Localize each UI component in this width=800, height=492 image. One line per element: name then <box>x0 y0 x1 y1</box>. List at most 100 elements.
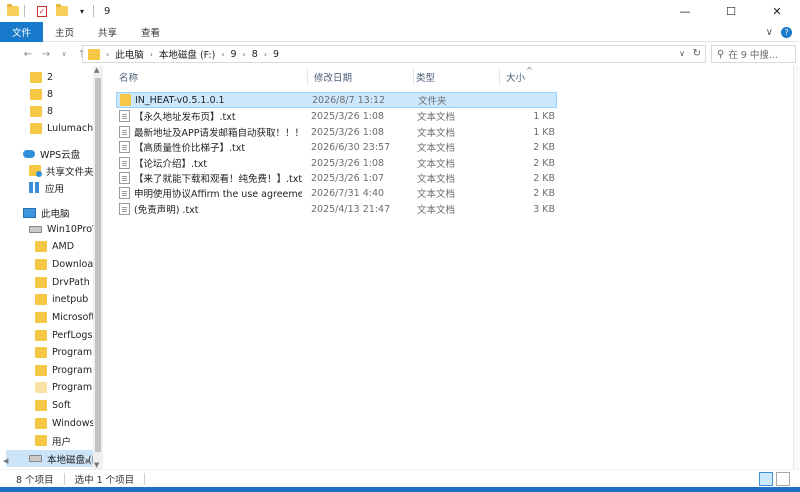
new-folder-icon[interactable] <box>55 4 69 18</box>
text-file-icon <box>119 141 130 153</box>
file-size: 1 KB <box>533 110 555 122</box>
sidebar-item-8[interactable]: 8 <box>30 86 53 103</box>
window-edge <box>793 66 800 469</box>
sidebar-item-apps[interactable]: 应用 <box>29 179 64 196</box>
file-type: 文本文档 <box>417 159 456 170</box>
back-button[interactable]: ← <box>20 44 36 64</box>
divider <box>63 472 65 485</box>
file-row[interactable]: 【来了就能下载和观看！纯免费！】.txt 2025/3/26 1:07 文本文档… <box>116 170 557 186</box>
folder-icon <box>30 89 42 100</box>
tab-share[interactable]: 共享 <box>86 22 129 42</box>
window-title: 9 <box>104 5 111 17</box>
tab-home[interactable]: 主页 <box>43 22 86 42</box>
divider <box>24 5 25 17</box>
sidebar-item-programdata[interactable]: ProgramD <box>35 379 99 396</box>
sidebar-item-win10-drive[interactable]: Win10ProW <box>29 221 101 238</box>
file-name: IN_HEAT-v0.5.1.0.1 <box>135 94 225 106</box>
sidebar-item-inetpub[interactable]: inetpub <box>35 291 88 308</box>
folder-icon <box>35 259 47 270</box>
large-icons-view-button[interactable] <box>776 472 790 486</box>
sidebar-item-windows[interactable]: Windows <box>35 415 94 432</box>
scrollbar-thumb[interactable] <box>95 78 101 452</box>
ribbon-collapse-icon[interactable]: ∨ <box>766 27 773 38</box>
column-type[interactable]: 类型 <box>409 66 499 88</box>
details-view-button[interactable] <box>759 472 773 486</box>
folder-icon <box>35 312 47 323</box>
tab-view[interactable]: 查看 <box>129 22 172 42</box>
folder-icon <box>88 48 100 60</box>
sidebar-item-lulumachi[interactable]: Lulumachi <box>30 120 96 137</box>
scroll-up-icon[interactable]: ▲ <box>94 66 99 74</box>
column-name[interactable]: 名称 <box>112 66 307 88</box>
folder-icon <box>35 365 47 376</box>
file-date: 2025/3/26 1:08 <box>311 110 385 122</box>
breadcrumb-this-pc[interactable]: 此电脑 <box>115 47 144 61</box>
folder-icon <box>30 106 42 117</box>
file-row[interactable]: (免责声明) .txt 2025/4/13 21:47 文本文档 3 KB <box>116 201 557 217</box>
sidebar-item-soft[interactable]: Soft <box>35 397 71 414</box>
file-row[interactable]: 【论坛介绍】.txt 2025/3/26 1:08 文本文档 2 KB <box>116 155 557 171</box>
sidebar-item-program-files[interactable]: Program <box>35 344 92 361</box>
scroll-left-icon[interactable]: ◀ <box>3 457 8 465</box>
text-file-icon <box>119 110 130 122</box>
sidebar-item-users[interactable]: 用户 <box>35 432 71 449</box>
tab-file[interactable]: 文件 <box>0 21 44 42</box>
file-row[interactable]: 【高质量性价比梯子】.txt 2026/6/30 23:57 文本文档 2 KB <box>116 139 557 155</box>
sidebar-item-shared-folder[interactable]: 共享文件夹 <box>29 162 94 179</box>
sidebar-item-download[interactable]: Download <box>35 256 99 273</box>
file-name: 【高质量性价比梯子】.txt <box>134 143 246 154</box>
file-size: 1 KB <box>533 126 555 138</box>
breadcrumb-8[interactable]: 8 <box>252 49 258 60</box>
file-date: 2025/3/26 1:08 <box>311 126 385 138</box>
address-dropdown-icon[interactable]: ∨ <box>679 49 685 58</box>
sidebar-horizontal-scrollbar[interactable]: ◀ ▶ <box>0 453 94 469</box>
file-row[interactable]: 【永久地址发布页】.txt 2025/3/26 1:08 文本文档 1 KB <box>116 108 557 124</box>
sidebar-item-this-pc[interactable]: 此电脑 <box>23 204 70 221</box>
file-row[interactable]: 申明使用协议Affirm the use agreemen... 2026/7/… <box>116 185 557 201</box>
quick-access-dropdown-icon[interactable]: ▾ <box>75 4 89 18</box>
minimize-button[interactable]: — <box>662 0 708 22</box>
sidebar-item-drvpath[interactable]: DrvPath <box>35 274 90 291</box>
sidebar-item-perflogs[interactable]: PerfLogs <box>35 327 92 344</box>
folder-icon <box>35 294 47 305</box>
file-date: 2026/6/30 23:57 <box>311 141 391 153</box>
file-date: 2025/4/13 21:47 <box>311 203 391 215</box>
file-type: 文本文档 <box>417 174 456 185</box>
file-date: 2026/7/31 4:40 <box>311 187 385 199</box>
file-row-in-heat-folder[interactable]: IN_HEAT-v0.5.1.0.1 2026/8/7 13:12 文件夹 <box>116 92 557 108</box>
sidebar-item-amd[interactable]: AMD <box>35 238 74 255</box>
scroll-right-icon[interactable]: ▶ <box>86 457 91 465</box>
address-bar[interactable]: › 此电脑 › 本地磁盘 (F:) › 9 › 8 › 9 ∨ ↻ <box>82 45 706 63</box>
folder-icon <box>35 347 47 358</box>
file-type: 文本文档 <box>417 189 456 200</box>
sidebar-item-wps-cloud[interactable]: WPS云盘 <box>23 145 80 162</box>
sidebar-vertical-scrollbar[interactable]: ▲ ▼ <box>93 66 103 469</box>
maximize-button[interactable]: ☐ <box>708 0 754 22</box>
file-row[interactable]: 最新地址及APP请发邮箱自动获取！！！.... 2025/3/26 1:08 文… <box>116 124 557 140</box>
properties-check-icon[interactable]: ✓ <box>35 4 49 18</box>
search-input[interactable]: ⚲ 在 9 中搜... <box>711 45 796 63</box>
navigation-bar: ← → ∨ ↑ › 此电脑 › 本地磁盘 (F:) › 9 › 8 › 9 ∨ … <box>0 42 800 66</box>
sidebar-item-2[interactable]: 2 <box>30 69 53 86</box>
file-size: 2 KB <box>533 187 555 199</box>
breadcrumb-9-current[interactable]: 9 <box>273 49 279 60</box>
divider <box>93 5 94 17</box>
help-icon[interactable]: ? <box>781 26 792 38</box>
breadcrumb-drive-f[interactable]: 本地磁盘 (F:) <box>159 47 215 61</box>
recent-locations-button[interactable]: ∨ <box>56 44 72 64</box>
sidebar-item-microsoft[interactable]: Microsoft <box>35 309 95 326</box>
forward-button[interactable]: → <box>38 44 54 64</box>
close-button[interactable]: ✕ <box>754 0 800 22</box>
folder-icon <box>35 382 47 393</box>
chevron-right-icon: › <box>242 49 246 59</box>
folder-icon <box>35 241 47 252</box>
chevron-right-icon: › <box>221 49 225 59</box>
column-date-modified[interactable]: 修改日期 <box>307 66 413 88</box>
sidebar-item-8b[interactable]: 8 <box>30 103 53 120</box>
scroll-down-icon[interactable]: ▼ <box>94 461 99 469</box>
file-name: 最新地址及APP请发邮箱自动获取！！！.... <box>134 128 302 139</box>
sidebar-item-program-files-x86[interactable]: Program <box>35 362 92 379</box>
breadcrumb-9[interactable]: 9 <box>231 49 237 60</box>
folder-icon <box>30 72 42 83</box>
refresh-icon[interactable]: ↻ <box>693 48 701 59</box>
